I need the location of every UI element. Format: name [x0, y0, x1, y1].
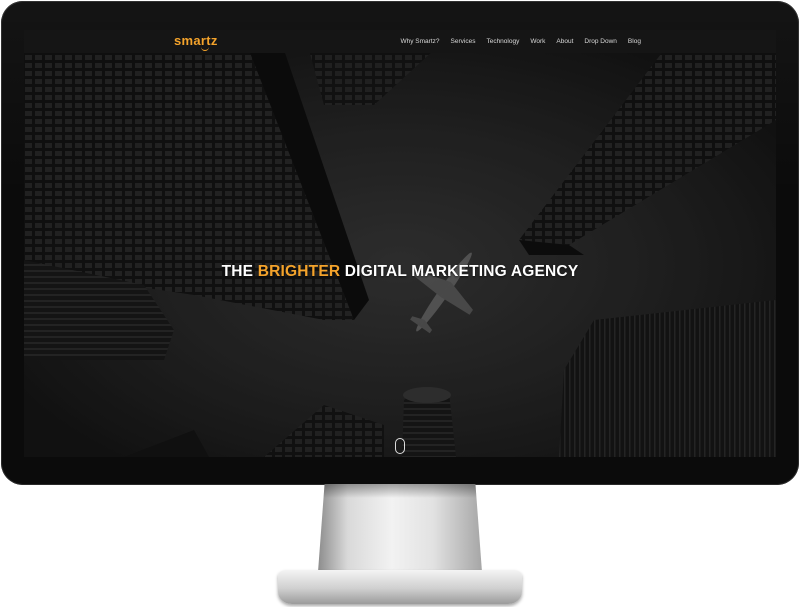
nav-item-why-smartz[interactable]: Why Smartz? [395, 38, 445, 45]
site-logo[interactable]: smartz [174, 33, 218, 48]
monitor-stand-neck [318, 484, 482, 572]
main-navigation: Why Smartz? Services Technology Work Abo… [395, 30, 646, 53]
site-header: smartz Why Smartz? Services Technology W… [24, 30, 776, 53]
nav-item-about[interactable]: About [551, 38, 579, 45]
nav-item-technology[interactable]: Technology [481, 38, 525, 45]
headline-suffix: DIGITAL MARKETING AGENCY [340, 263, 579, 280]
logo-smile-mark [201, 47, 209, 51]
monitor-stand-base [278, 570, 522, 604]
nav-item-work[interactable]: Work [525, 38, 551, 45]
headline-prefix: THE [221, 263, 258, 280]
hero-background-image [24, 30, 776, 457]
headline-accent: BRIGHTER [257, 263, 341, 280]
mouse-scroll-icon[interactable] [395, 438, 405, 454]
nav-item-blog[interactable]: Blog [622, 38, 646, 45]
nav-item-drop-down[interactable]: Drop Down [579, 38, 623, 45]
monitor-screen: smartz Why Smartz? Services Technology W… [24, 30, 776, 457]
nav-item-services[interactable]: Services [445, 38, 481, 45]
hero-headline: THE BRIGHTER DIGITAL MARKETING AGENCY [24, 263, 776, 281]
